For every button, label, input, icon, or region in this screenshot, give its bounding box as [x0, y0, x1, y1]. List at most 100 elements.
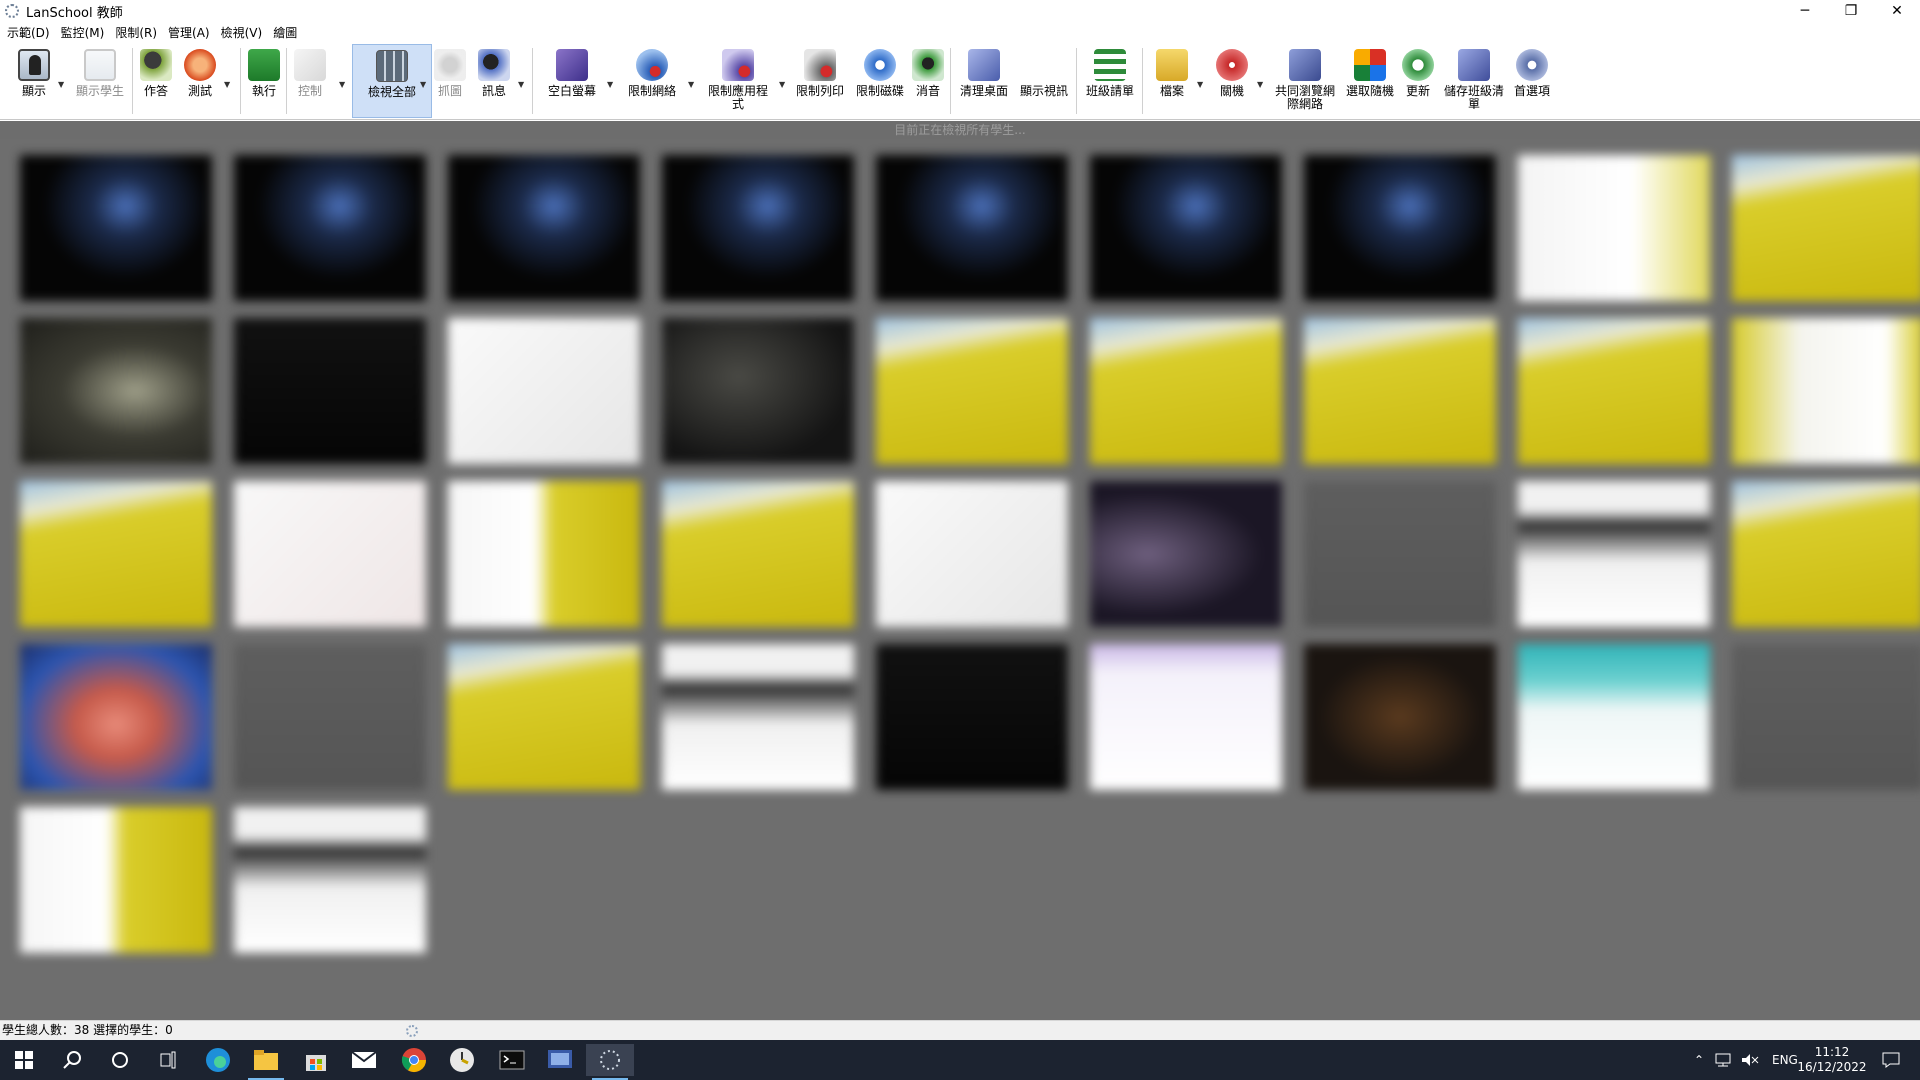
- menu-draw[interactable]: 繪圖: [270, 24, 305, 41]
- language-indicator[interactable]: ENG: [1772, 1053, 1798, 1067]
- taskbar-remote-app[interactable]: [536, 1044, 584, 1076]
- student-thumbnail[interactable]: [20, 644, 212, 790]
- cortana-button[interactable]: [96, 1044, 144, 1076]
- student-thumbnail[interactable]: [20, 155, 212, 301]
- student-thumbnail[interactable]: [20, 318, 212, 464]
- message-dropdown-arrow[interactable]: ▼: [518, 80, 526, 90]
- student-thumbnail[interactable]: [1090, 644, 1282, 790]
- limit-print-button[interactable]: 限制列印: [792, 44, 848, 118]
- student-thumbnail[interactable]: [1304, 318, 1496, 464]
- student-thumbnail[interactable]: [1304, 155, 1496, 301]
- student-thumbnail[interactable]: [234, 644, 426, 790]
- run-button[interactable]: 執行: [246, 44, 282, 118]
- restore-button[interactable]: ❐: [1828, 0, 1874, 22]
- test-button[interactable]: 測試: [182, 44, 218, 118]
- student-thumbnail[interactable]: [662, 318, 854, 464]
- menu-view[interactable]: 檢視(V): [218, 24, 271, 41]
- notification-center-button[interactable]: [1876, 1040, 1906, 1080]
- limit-audio-button[interactable]: 限制磁碟: [852, 44, 908, 118]
- student-thumbnail[interactable]: [1090, 318, 1282, 464]
- control-dropdown-arrow[interactable]: ▼: [339, 80, 347, 90]
- message-button[interactable]: 訊息: [476, 44, 512, 118]
- student-thumbnail[interactable]: [20, 807, 212, 953]
- search-button[interactable]: [48, 1044, 96, 1076]
- taskbar-file-explorer[interactable]: [242, 1044, 290, 1080]
- refresh-button[interactable]: 更新: [1398, 44, 1438, 118]
- taskbar-store[interactable]: [292, 1044, 340, 1076]
- student-thumbnail[interactable]: [1090, 155, 1282, 301]
- student-thumbnail[interactable]: [20, 481, 212, 627]
- student-thumbnail[interactable]: [448, 644, 640, 790]
- student-thumbnail[interactable]: [876, 644, 1068, 790]
- taskbar-clock-app[interactable]: [438, 1044, 486, 1076]
- limit-apps-button[interactable]: 限制應用程 式: [704, 44, 772, 118]
- view-all-dropdown-arrow[interactable]: ▼: [420, 80, 428, 90]
- student-thumbnail[interactable]: [1090, 481, 1282, 627]
- taskbar-edge[interactable]: [194, 1044, 242, 1076]
- student-thumbnail[interactable]: [1732, 481, 1920, 627]
- limit-web-dropdown-arrow[interactable]: ▼: [688, 80, 696, 90]
- limit-web-button[interactable]: 限制網絡: [624, 44, 680, 118]
- student-thumbnail[interactable]: [662, 644, 854, 790]
- student-thumbnail[interactable]: [1518, 318, 1710, 464]
- student-thumbnail[interactable]: [234, 481, 426, 627]
- mute-button[interactable]: 消音: [910, 44, 946, 118]
- assignment-button[interactable]: 作答: [138, 44, 174, 118]
- tray-chevron-up-icon[interactable]: ⌃: [1688, 1053, 1710, 1067]
- capture-button[interactable]: 抓圖: [432, 44, 468, 118]
- volume-muted-icon[interactable]: [1740, 1052, 1760, 1068]
- student-thumbnail[interactable]: [234, 318, 426, 464]
- menu-monitor[interactable]: 監控(M): [58, 24, 113, 41]
- student-thumbnail[interactable]: [1732, 318, 1920, 464]
- windows-start-button[interactable]: [0, 1044, 48, 1076]
- taskbar-chrome[interactable]: [390, 1044, 438, 1076]
- minimize-button[interactable]: ─: [1782, 0, 1828, 22]
- clock[interactable]: 11:12 16/12/2022: [1796, 1040, 1868, 1080]
- show-video-button[interactable]: 顯示視訊: [1016, 44, 1072, 118]
- show-student-button[interactable]: 顯示學生: [72, 44, 128, 118]
- student-thumbnail[interactable]: [876, 155, 1068, 301]
- student-thumbnail[interactable]: [662, 155, 854, 301]
- random-pick-button[interactable]: 選取隨機: [1342, 44, 1398, 118]
- student-thumbnail[interactable]: [1304, 644, 1496, 790]
- menu-manage[interactable]: 管理(A): [165, 24, 218, 41]
- blank-screen-button[interactable]: 空白螢幕: [544, 44, 600, 118]
- save-class-list-button[interactable]: 儲存班級清 單: [1440, 44, 1508, 118]
- test-dropdown-arrow[interactable]: ▼: [224, 80, 232, 90]
- power-button[interactable]: 關機: [1212, 44, 1252, 118]
- show-dropdown-arrow[interactable]: ▼: [58, 80, 66, 90]
- menu-demo[interactable]: 示範(D): [4, 24, 58, 41]
- student-thumbnail[interactable]: [448, 318, 640, 464]
- student-thumbnail[interactable]: [234, 155, 426, 301]
- student-thumbnail[interactable]: [876, 318, 1068, 464]
- student-thumbnail[interactable]: [448, 155, 640, 301]
- student-thumbnail[interactable]: [1518, 644, 1710, 790]
- taskbar-lanschool[interactable]: [586, 1044, 634, 1080]
- student-thumbnail[interactable]: [1518, 155, 1710, 301]
- student-thumbnail[interactable]: [662, 481, 854, 627]
- taskbar-terminal[interactable]: [488, 1044, 536, 1076]
- control-button[interactable]: 控制: [292, 44, 328, 118]
- files-button[interactable]: 檔案: [1152, 44, 1192, 118]
- student-thumbnail[interactable]: [448, 481, 640, 627]
- student-thumbnail[interactable]: [876, 481, 1068, 627]
- close-button[interactable]: ✕: [1874, 0, 1920, 22]
- power-dropdown-arrow[interactable]: ▼: [1257, 80, 1265, 90]
- student-thumbnail[interactable]: [1304, 481, 1496, 627]
- student-thumbnail[interactable]: [1732, 155, 1920, 301]
- class-list-button[interactable]: 班級請單: [1082, 44, 1138, 118]
- shared-browse-button[interactable]: 共同瀏覽網 際網路: [1270, 44, 1340, 118]
- student-thumbnail[interactable]: [234, 807, 426, 953]
- taskbar-mail[interactable]: [340, 1044, 388, 1076]
- clear-desktop-button[interactable]: 清理桌面: [956, 44, 1012, 118]
- blank-screen-dropdown-arrow[interactable]: ▼: [607, 80, 615, 90]
- files-dropdown-arrow[interactable]: ▼: [1197, 80, 1205, 90]
- student-thumbnail[interactable]: [1518, 481, 1710, 627]
- limit-apps-dropdown-arrow[interactable]: ▼: [779, 80, 787, 90]
- student-thumbnail[interactable]: [1732, 644, 1920, 790]
- menu-limit[interactable]: 限制(R): [112, 24, 165, 41]
- preferences-button[interactable]: 首選項: [1510, 44, 1554, 118]
- show-button[interactable]: 顯示: [14, 44, 54, 118]
- network-icon[interactable]: [1714, 1052, 1734, 1068]
- task-view-button[interactable]: [144, 1044, 192, 1076]
